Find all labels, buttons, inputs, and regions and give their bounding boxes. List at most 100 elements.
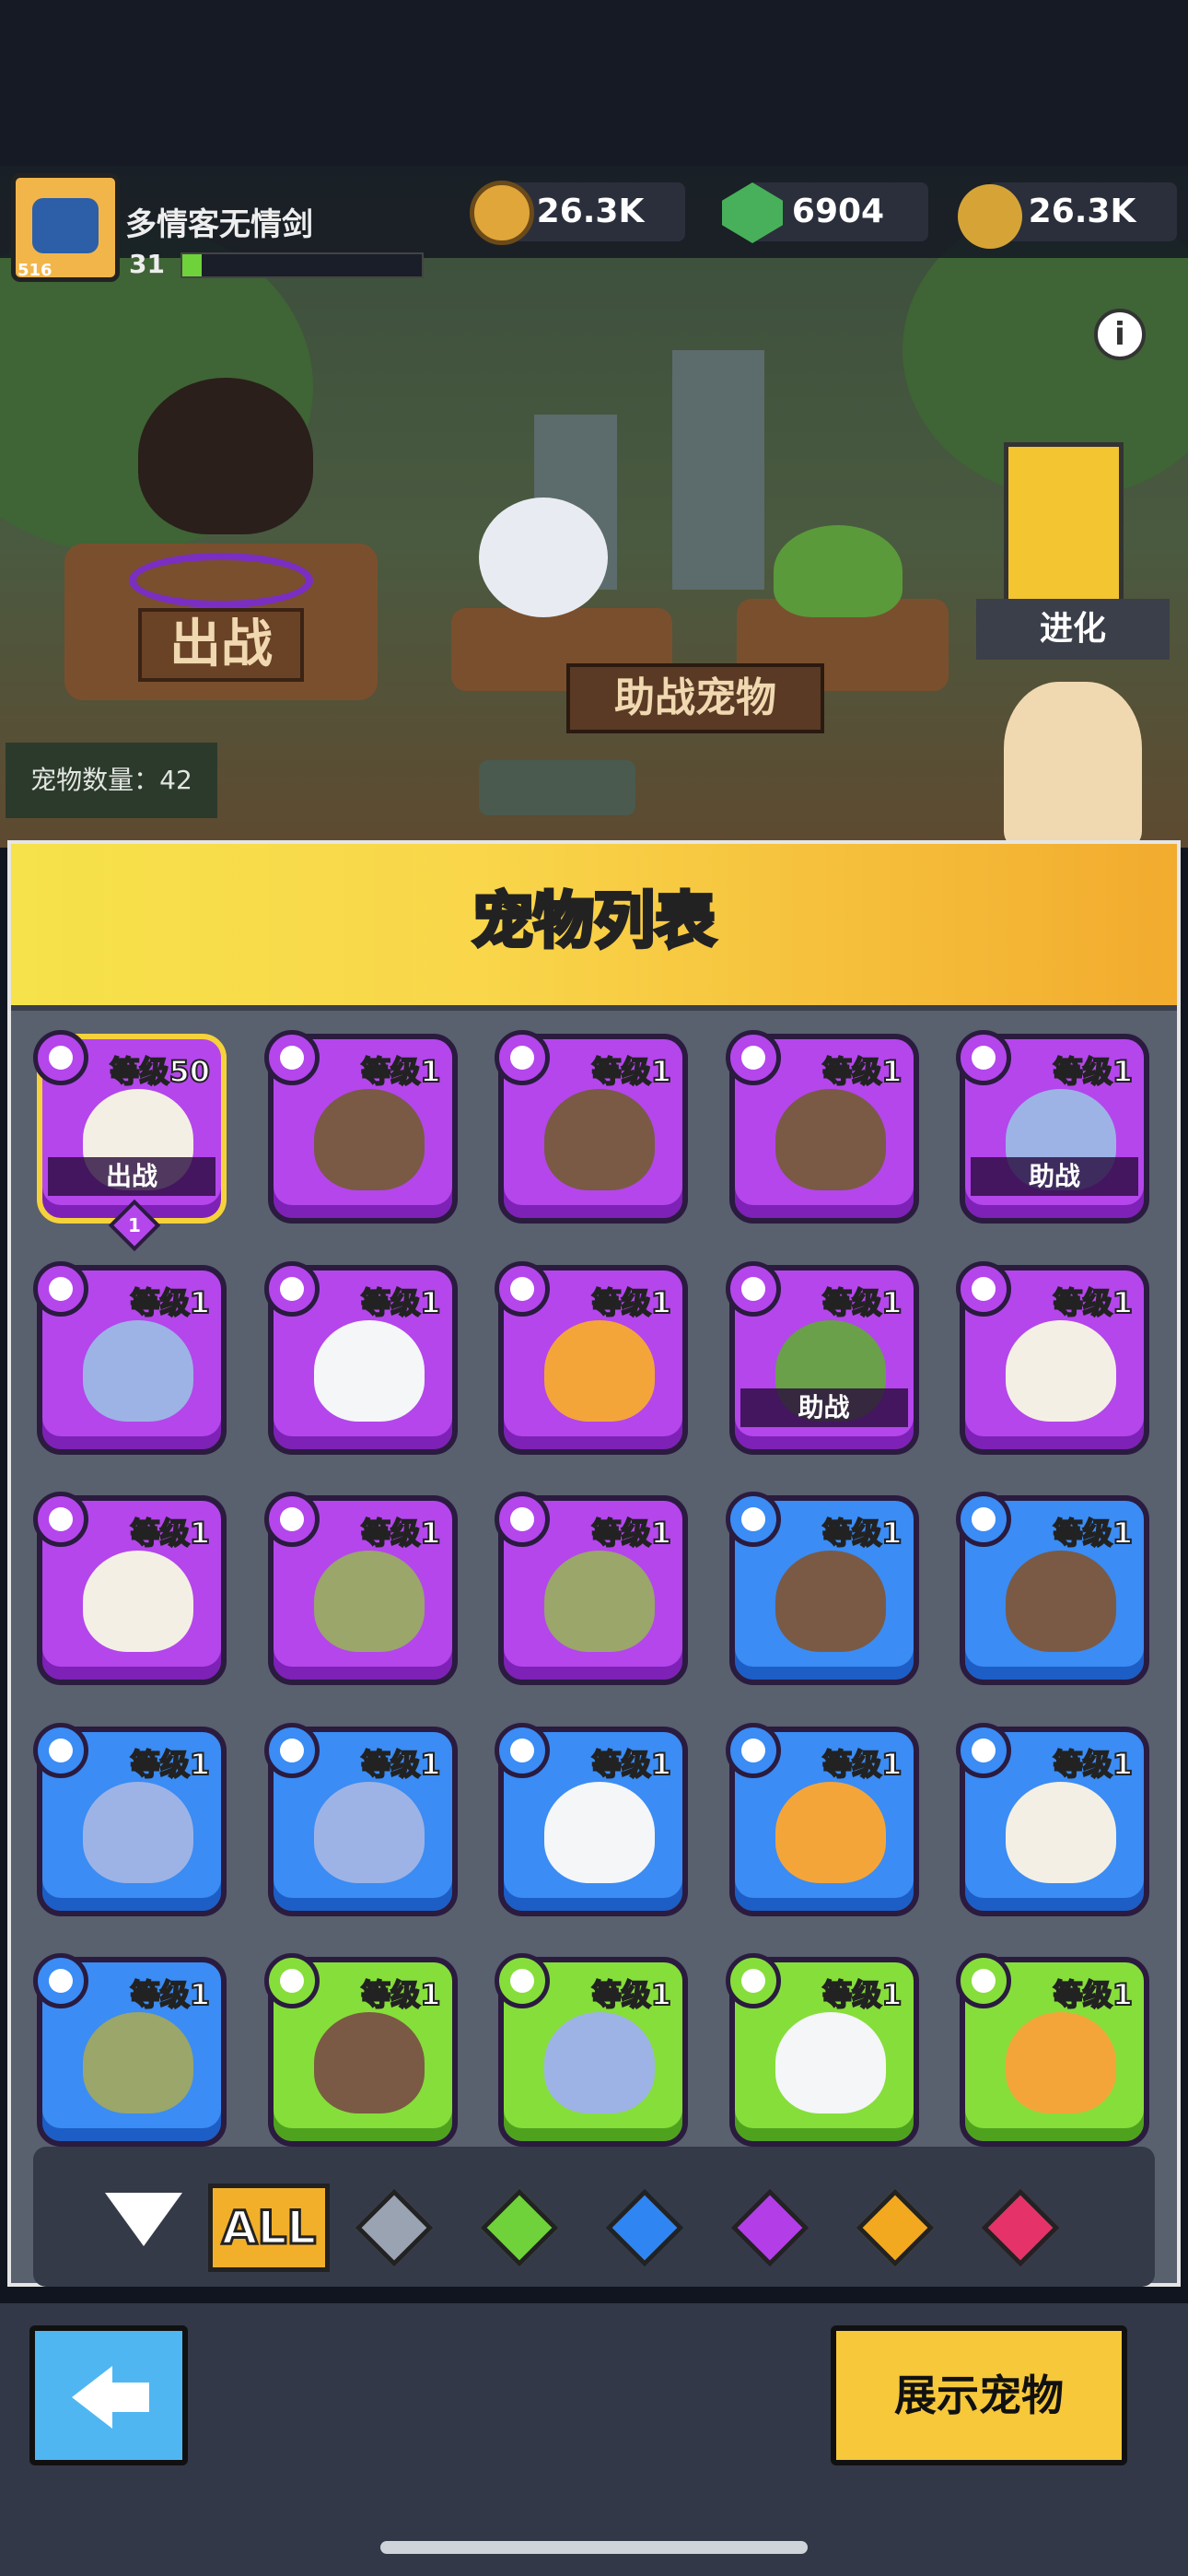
pet-card[interactable]: 等级1 <box>725 1492 919 1685</box>
pet-type-icon <box>263 1722 320 1778</box>
pet-level: 等级1 <box>360 1976 441 2013</box>
show-pet-button[interactable]: 展示宠物 <box>831 2325 1127 2465</box>
robot-pet-icon <box>313 1319 425 1422</box>
pet-card[interactable]: 等级1 <box>263 1492 458 1685</box>
pet-level: 等级1 <box>130 1746 211 1783</box>
pet-type-glyph <box>510 1969 534 1993</box>
pet-card[interactable]: 等级1 <box>33 1492 227 1685</box>
pet-type-icon <box>495 1492 550 1547</box>
pet-card[interactable]: 等级1 <box>263 1030 458 1224</box>
cat-pet-icon <box>83 1781 193 1883</box>
pet-type-icon <box>725 1722 781 1778</box>
home-indicator[interactable] <box>380 2541 808 2554</box>
pet-card[interactable]: 等级1 助战 <box>725 1260 919 1455</box>
pet-type-glyph <box>740 1969 765 1993</box>
frog-pet-icon <box>544 1551 655 1652</box>
pet-card[interactable]: 等级1 <box>263 1953 458 2147</box>
pet-level: 等级1 <box>360 1053 441 1090</box>
pet-card[interactable]: 等级1 助战 <box>956 1030 1149 1224</box>
pet-card[interactable]: 等级1 <box>956 1722 1149 1916</box>
arrow-left-icon <box>72 2366 112 2429</box>
cat-pet-icon <box>544 2012 655 2113</box>
assist-pet-label[interactable]: 助战宠物 <box>566 663 824 733</box>
pet-card[interactable]: 等级1 <box>495 1722 688 1916</box>
scene-button[interactable] <box>479 760 635 815</box>
pet-type-glyph <box>740 1507 765 1531</box>
pet-card[interactable]: 等级1 <box>263 1260 458 1455</box>
pet-type-glyph <box>279 1738 304 1762</box>
pet-type-icon <box>725 1030 781 1085</box>
cat-pet-icon <box>313 1781 425 1883</box>
evolve-label[interactable]: 进化 <box>976 599 1170 660</box>
pet-type-icon <box>33 1722 88 1778</box>
dog-pet-icon <box>1006 1551 1116 1652</box>
pet-type-glyph <box>49 1276 73 1301</box>
pet-card[interactable]: 等级1 <box>956 1953 1149 2147</box>
pet-level: 等级1 <box>821 1284 903 1321</box>
pet-card[interactable]: 等级1 <box>956 1260 1149 1455</box>
pet-type-glyph <box>972 1738 996 1762</box>
pet-level: 等级1 <box>821 1746 903 1783</box>
pet-status-tag: 助战 <box>971 1157 1138 1196</box>
pet-card[interactable]: 等级1 <box>495 1953 688 2147</box>
pet-card[interactable]: 等级1 <box>33 1953 227 2147</box>
pet-type-glyph <box>279 1969 304 1993</box>
player-avatar[interactable]: 516 <box>11 173 120 282</box>
frog-pet-icon <box>313 1551 425 1652</box>
pet-type-glyph <box>972 1046 996 1070</box>
pet-level: 等级1 <box>1053 1053 1134 1090</box>
pet-type-icon <box>956 1492 1011 1547</box>
pet-level: 等级1 <box>1053 1976 1134 2013</box>
pet-type-icon <box>33 1492 88 1547</box>
back-button[interactable] <box>29 2325 188 2465</box>
pet-card[interactable]: 等级1 <box>495 1030 688 1224</box>
pet-card[interactable]: 等级1 <box>725 1030 919 1224</box>
pet-level: 等级1 <box>130 1515 211 1551</box>
info-icon[interactable]: i <box>1094 309 1146 360</box>
player-badge: 516 <box>17 261 52 280</box>
pet-type-icon <box>33 1953 88 2008</box>
pet-level: 等级1 <box>591 1746 672 1783</box>
pet-count: 宠物数量：42 <box>6 743 217 818</box>
pet-card[interactable]: 等级1 <box>33 1260 227 1455</box>
battle-label[interactable]: 出战 <box>138 608 304 682</box>
pet-type-glyph <box>510 1276 534 1301</box>
pet-type-glyph <box>510 1046 534 1070</box>
gold-plus-icon[interactable] <box>958 184 1022 249</box>
triangle-down-icon[interactable] <box>105 2193 182 2246</box>
fish-pet-icon <box>775 1781 886 1883</box>
pet-card[interactable]: 等级1 <box>495 1260 688 1455</box>
rank-number: 1 <box>128 1214 141 1236</box>
pet-level: 等级1 <box>821 1053 903 1090</box>
pet-type-icon <box>725 1953 781 2008</box>
pet-type-glyph <box>740 1046 765 1070</box>
npc-character[interactable] <box>1004 682 1142 848</box>
pet-card[interactable]: 等级1 <box>956 1492 1149 1685</box>
pet-level: 等级1 <box>821 1515 903 1551</box>
gold-coin-icon <box>470 181 534 245</box>
panel-title: 宠物列表 <box>471 884 717 958</box>
pet-type-glyph <box>49 1507 73 1531</box>
pet-type-glyph <box>740 1738 765 1762</box>
eagle-pet <box>138 378 313 534</box>
pet-card[interactable]: 等级1 <box>33 1722 227 1916</box>
fish-pet-icon <box>1006 2012 1116 2113</box>
pet-card[interactable]: 等级1 <box>495 1492 688 1685</box>
pet-card[interactable]: 等级1 <box>725 1953 919 2147</box>
pet-card[interactable]: 等级1 <box>263 1722 458 1916</box>
rarity-filter-bar <box>33 2147 1155 2287</box>
filter-all-button[interactable]: ALL <box>208 2184 330 2272</box>
cat-pet-icon <box>83 1319 193 1422</box>
pet-level: 等级1 <box>360 1284 441 1321</box>
building <box>672 350 764 590</box>
pet-type-icon <box>956 1722 1011 1778</box>
exp-bar <box>181 252 424 278</box>
dog-pet-icon <box>313 1089 425 1190</box>
eagle-pet-icon <box>83 1551 193 1652</box>
pet-type-glyph <box>510 1738 534 1762</box>
pet-card[interactable]: 等级1 <box>725 1722 919 1916</box>
pet-type-glyph <box>972 1969 996 1993</box>
pet-card[interactable]: 等级50 出战 1 <box>33 1030 227 1252</box>
frog-pet-icon <box>83 2012 193 2113</box>
pet-type-glyph <box>972 1507 996 1531</box>
